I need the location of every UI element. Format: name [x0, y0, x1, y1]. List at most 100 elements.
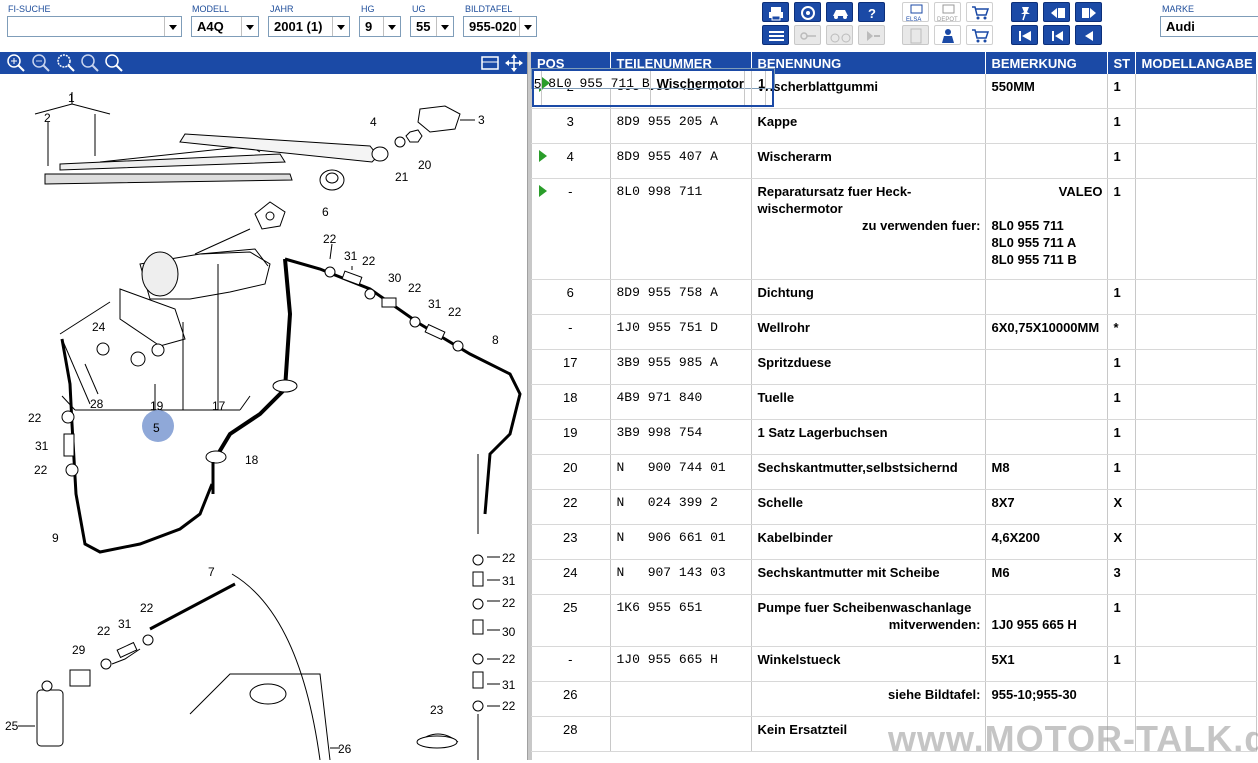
chevron-down-icon[interactable]: [241, 17, 258, 36]
step-forward-button[interactable]: [858, 25, 885, 45]
car-icon: [833, 10, 848, 19]
list-button[interactable]: [762, 25, 789, 45]
col-header-bemerkung[interactable]: BEMERKUNG: [985, 52, 1108, 74]
cart-button[interactable]: [966, 2, 993, 22]
cart-icon: [972, 6, 990, 20]
table-row[interactable]: 18 4B9 971 840 Tuelle 1: [531, 384, 1257, 420]
print-button[interactable]: [762, 2, 789, 22]
svg-text:ELSA: ELSA: [906, 17, 921, 23]
cart-add-button[interactable]: [966, 25, 993, 45]
modell-select[interactable]: A4Q: [191, 16, 259, 37]
svg-text:18: 18: [245, 453, 259, 467]
svg-text:22: 22: [408, 281, 422, 295]
top-filter-bar: FI-SUCHE MODELL A4Q JAHR 2001 (1) HG 9 U…: [0, 0, 1258, 50]
svg-text:9: 9: [52, 531, 59, 545]
table-row[interactable]: 24 N 907 143 03 Sechskantmutter mit Sche…: [531, 559, 1257, 595]
svg-text:31: 31: [428, 297, 442, 311]
marke-field-label: MARKE: [1162, 4, 1195, 14]
play-arrow-icon[interactable]: [539, 150, 547, 162]
move-button[interactable]: [504, 53, 524, 73]
bicycle-icon: [830, 33, 851, 43]
table-row[interactable]: 3 8D9 955 205 A Kappe 1: [531, 108, 1257, 144]
svg-text:25: 25: [5, 719, 19, 733]
arrow-left-icon: [1085, 31, 1093, 41]
list-icon: [769, 31, 784, 41]
car-button[interactable]: [826, 2, 853, 22]
exploded-view-drawing: 1 2 3 4 5 6 7 8 9 17 18 19 20 21 22 22 2…: [5, 91, 522, 761]
svg-text:31: 31: [344, 249, 358, 263]
skip-first-icon: [1019, 31, 1031, 41]
fi-suche-select[interactable]: [7, 16, 182, 37]
svg-text:4: 4: [370, 115, 377, 129]
next-page-button[interactable]: [1075, 2, 1102, 22]
table-row[interactable]: 19 3B9 998 754 1 Satz Lagerbuchsen 1: [531, 419, 1257, 455]
table-row[interactable]: 6 8D9 955 758 A Dichtung 1: [531, 279, 1257, 315]
table-row[interactable]: - 1J0 955 665 H Winkelstueck 5X1 1: [531, 646, 1257, 682]
chevron-down-icon[interactable]: [519, 17, 536, 36]
svg-text:19: 19: [150, 399, 164, 413]
bildtafel-select[interactable]: 955-020: [463, 16, 537, 37]
hg-select[interactable]: 9: [359, 16, 401, 37]
pin-button[interactable]: [1011, 2, 1038, 22]
help-button[interactable]: ?: [858, 2, 885, 22]
elsa-button[interactable]: ELSA: [902, 2, 929, 23]
page-back-icon: [1051, 8, 1065, 18]
search-button[interactable]: [104, 53, 124, 73]
chevron-down-icon[interactable]: [436, 17, 453, 36]
bike-button[interactable]: [826, 25, 853, 45]
person-button[interactable]: [934, 25, 961, 45]
chevron-down-icon[interactable]: [332, 17, 349, 36]
col-header-st[interactable]: ST: [1107, 52, 1136, 74]
elsa-secondary-button[interactable]: [902, 25, 929, 45]
table-row[interactable]: 23 N 906 661 01 Kabelbinder 4,6X200 X: [531, 524, 1257, 560]
jahr-select[interactable]: 2001 (1): [268, 16, 350, 37]
table-row[interactable]: 26 siehe Bildtafel: 955-10;955-30: [531, 681, 1257, 717]
modell-field-label: MODELL: [192, 4, 230, 14]
window-icon: [481, 56, 499, 70]
marke-select[interactable]: Audi: [1160, 16, 1258, 37]
zoom-out-button[interactable]: [31, 53, 51, 73]
svg-text:22: 22: [34, 463, 48, 477]
svg-text:31: 31: [502, 574, 516, 588]
chevron-down-icon[interactable]: [164, 17, 181, 36]
zoom-100-button[interactable]: [80, 53, 100, 73]
first-button[interactable]: [1011, 25, 1038, 45]
printer-icon: [769, 7, 783, 21]
search-disc-button[interactable]: [794, 2, 821, 22]
table-row[interactable]: 22 N 024 399 2 Schelle 8X7 X: [531, 489, 1257, 525]
zoom-area-button[interactable]: [56, 53, 76, 73]
ug-field-label: UG: [412, 4, 426, 14]
chevron-down-icon[interactable]: [383, 17, 400, 36]
table-row[interactable]: - 1J0 955 751 D Wellrohr 6X0,75X10000MM …: [531, 314, 1257, 350]
table-row[interactable]: 20 N 900 744 01 Sechskantmutter,selbstsi…: [531, 454, 1257, 490]
play-arrow-icon[interactable]: [539, 185, 547, 197]
svg-text:DEPOT: DEPOT: [937, 17, 958, 23]
col-header-benennung[interactable]: BENENNUNG: [751, 52, 986, 74]
parts-diagram[interactable]: 1 2 3 4 5 6 7 8 9 17 18 19 20 21 22 22 2…: [0, 74, 527, 761]
zoom-area-icon: [57, 54, 75, 72]
skip-previous-icon: [1052, 31, 1063, 41]
table-row-selected[interactable]: 5 8L0 955 711 B Wischermotor 1: [531, 68, 776, 107]
svg-text:22: 22: [362, 254, 376, 268]
table-row[interactable]: 17 3B9 955 985 A Spritzduese 1: [531, 349, 1257, 385]
svg-text:21: 21: [395, 170, 409, 184]
fi-suche-field-label: FI-SUCHE: [8, 4, 51, 14]
table-row[interactable]: - 8L0 998 711 Reparatursatz fuer Heck- w…: [531, 179, 1257, 280]
previous-button[interactable]: [1043, 25, 1070, 45]
split-view-button[interactable]: [480, 53, 500, 73]
svg-text:22: 22: [323, 232, 337, 246]
key-button[interactable]: [794, 25, 821, 45]
play-arrow-icon[interactable]: [542, 77, 550, 89]
svg-text:22: 22: [140, 601, 154, 615]
zoom-in-button[interactable]: [6, 53, 26, 73]
back-button[interactable]: [1075, 25, 1102, 45]
col-header-modellangabe[interactable]: MODELLANGABE: [1135, 52, 1257, 74]
svg-text:31: 31: [502, 678, 516, 692]
prev-page-button[interactable]: [1043, 2, 1070, 22]
depot-button[interactable]: DEPOT: [934, 2, 961, 23]
svg-text:7: 7: [208, 565, 215, 579]
table-row[interactable]: 4 8D9 955 407 A Wischerarm 1: [531, 143, 1257, 179]
table-row[interactable]: 25 1K6 955 651 Pumpe fuer Scheibenwascha…: [531, 594, 1257, 647]
play-icon: [867, 31, 880, 41]
ug-select[interactable]: 55: [410, 16, 454, 37]
